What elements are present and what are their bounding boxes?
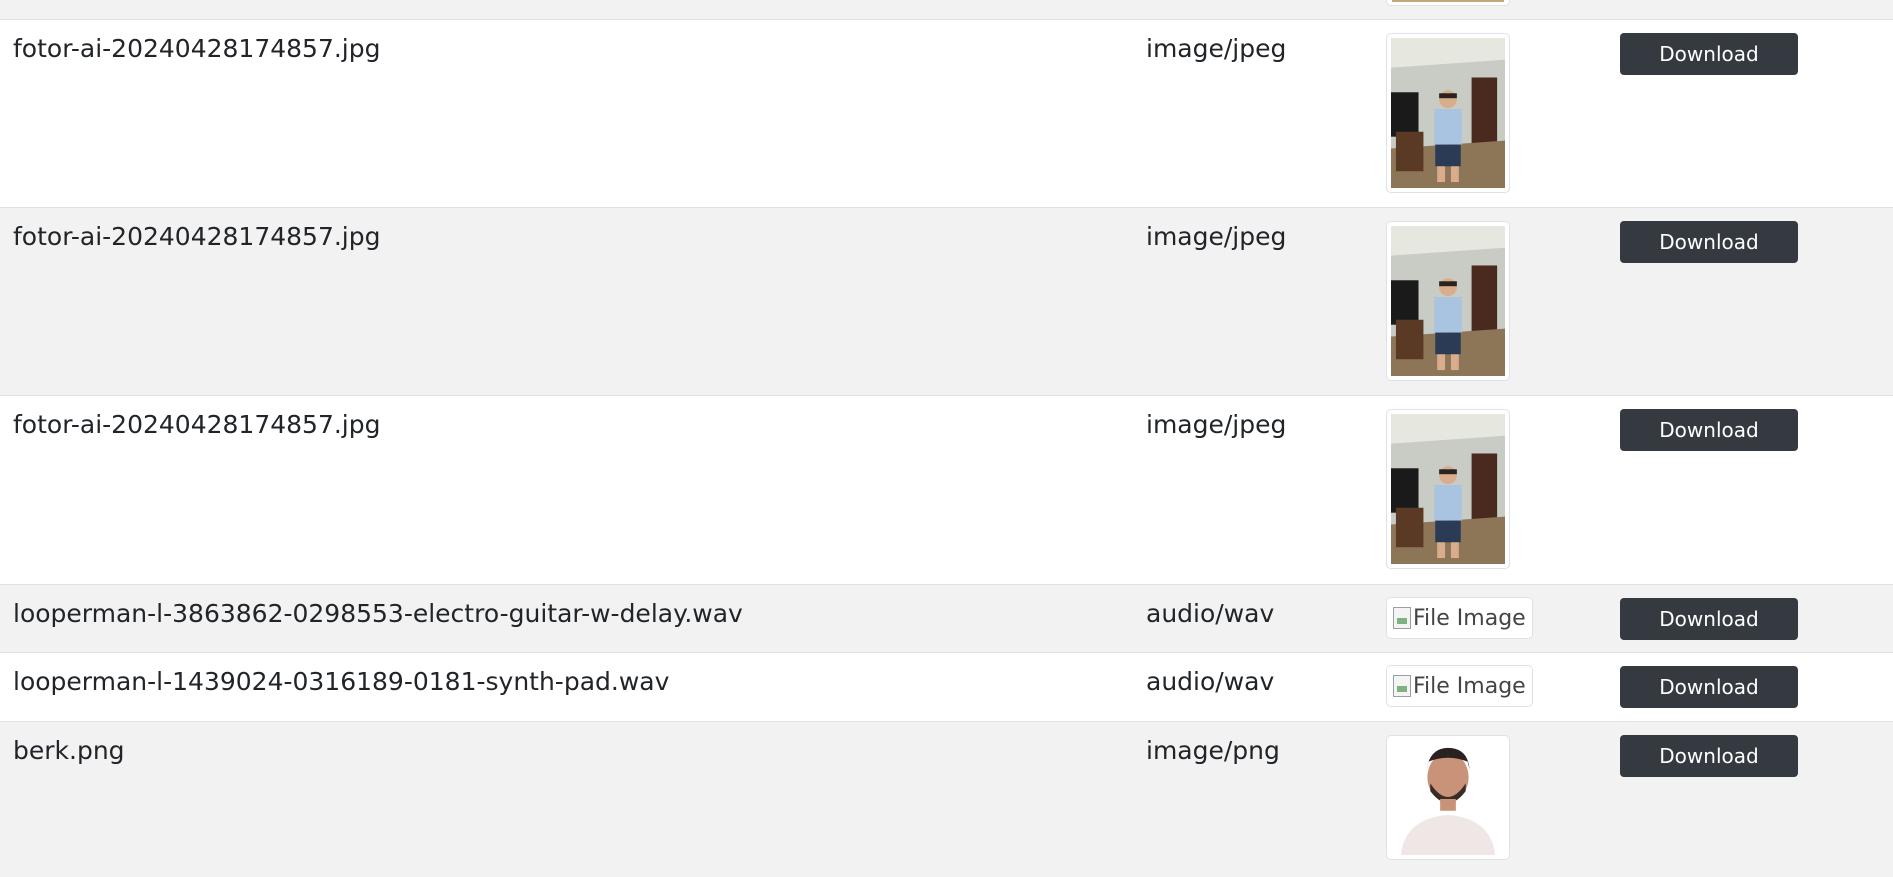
file-thumbnail[interactable] xyxy=(1386,33,1510,193)
table-row: fotor-ai-20240428174857.jpg image/jpeg D… xyxy=(0,396,1893,585)
file-name: fotor-ai-20240428174857.jpg xyxy=(13,222,381,251)
table-row: looperman-l-3863862-0298553-electro-guit… xyxy=(0,585,1893,653)
download-button[interactable]: Download xyxy=(1620,666,1798,708)
file-thumbnail[interactable] xyxy=(1386,735,1510,860)
man-in-room-photo xyxy=(1391,226,1505,376)
table-row: fotor-ai-20240428174857.jpg image/jpeg D… xyxy=(0,208,1893,396)
table-row: berk.png image/png Download xyxy=(0,722,1893,877)
man-in-room-photo xyxy=(1391,38,1505,188)
table-row: fotor-ai-20240428174857.jpg image/jpeg D… xyxy=(0,20,1893,208)
download-button[interactable]: Download xyxy=(1620,221,1798,263)
files-table: fotor-ai-20240428174857.jpg image/jpeg D… xyxy=(0,0,1893,877)
file-image-alt-text: File Image xyxy=(1413,605,1526,631)
table-row: looperman-l-1439024-0316189-0181-synth-p… xyxy=(0,653,1893,722)
file-name: fotor-ai-20240428174857.jpg xyxy=(13,410,381,439)
file-thumbnail[interactable] xyxy=(1386,221,1510,381)
file-image-alt-text: File Image xyxy=(1413,673,1526,699)
table-row-partial xyxy=(0,0,1893,20)
file-type: image/jpeg xyxy=(1146,410,1287,439)
man-in-room-photo xyxy=(1391,414,1505,564)
portrait-photo xyxy=(1391,740,1505,855)
file-name: fotor-ai-20240428174857.jpg xyxy=(13,34,381,63)
file-type: audio/wav xyxy=(1146,599,1275,628)
file-type: image/png xyxy=(1146,736,1280,765)
broken-file-image[interactable]: File Image xyxy=(1386,665,1533,707)
download-button[interactable]: Download xyxy=(1620,598,1798,640)
file-type: image/jpeg xyxy=(1146,34,1287,63)
file-thumbnail[interactable] xyxy=(1386,409,1510,569)
download-button[interactable]: Download xyxy=(1620,735,1798,777)
download-button[interactable]: Download xyxy=(1620,33,1798,75)
broken-image-icon xyxy=(1393,607,1411,629)
file-thumbnail-partial xyxy=(1386,0,1510,6)
file-name: looperman-l-3863862-0298553-electro-guit… xyxy=(13,599,743,628)
file-type: image/jpeg xyxy=(1146,222,1287,251)
file-name: berk.png xyxy=(13,736,125,765)
download-button[interactable]: Download xyxy=(1620,409,1798,451)
broken-image-icon xyxy=(1393,675,1411,697)
file-type: audio/wav xyxy=(1146,667,1275,696)
file-name: looperman-l-1439024-0316189-0181-synth-p… xyxy=(13,667,670,696)
broken-file-image[interactable]: File Image xyxy=(1386,597,1533,639)
